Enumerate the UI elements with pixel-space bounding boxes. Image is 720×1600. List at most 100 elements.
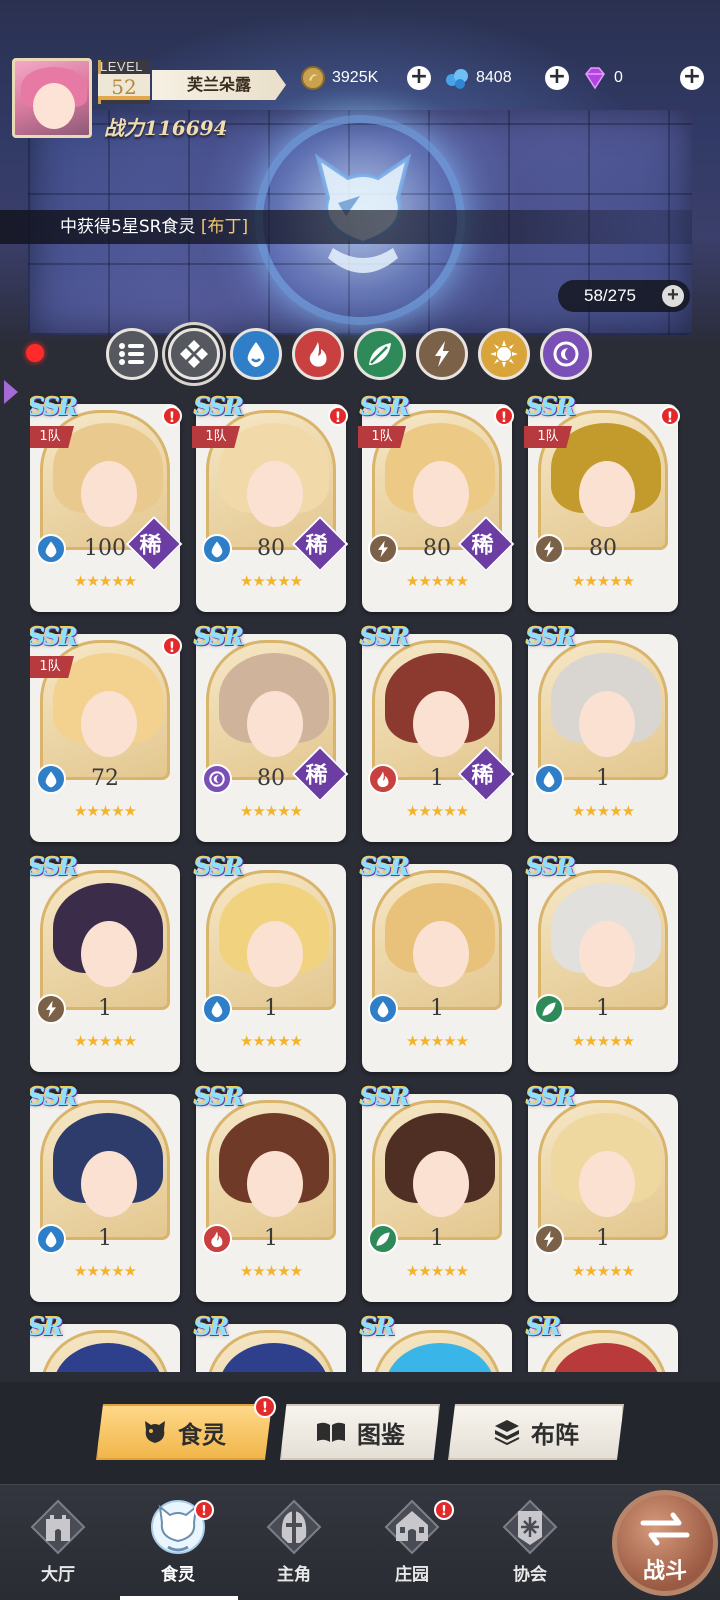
star-rating: ★★★★★ xyxy=(239,802,303,820)
star-rating: ★★★★★ xyxy=(405,1262,469,1280)
portrait-face xyxy=(247,921,303,987)
tab-formation[interactable]: 布阵 xyxy=(448,1404,624,1460)
nav-hero[interactable]: 主角 xyxy=(244,1494,344,1594)
filter-water[interactable] xyxy=(230,328,282,380)
filter-grid[interactable] xyxy=(168,328,220,380)
team-badge: 1队 xyxy=(192,426,240,448)
fire-element-icon xyxy=(377,771,389,788)
add-gold-button[interactable]: + xyxy=(407,66,431,90)
element-badge xyxy=(534,994,564,1024)
element-filter-bar xyxy=(106,328,592,380)
sun-icon xyxy=(490,340,518,368)
list-icon xyxy=(119,343,144,365)
moon-icon xyxy=(553,341,579,367)
thunder-element-icon xyxy=(544,1230,554,1248)
tab-spirits[interactable]: 食灵 xyxy=(96,1404,272,1460)
player-avatar[interactable] xyxy=(12,58,92,138)
grade-badge: SSR xyxy=(194,392,244,421)
grade-badge: SSR xyxy=(526,852,576,881)
star-rating: ★★★★★ xyxy=(571,802,635,820)
filter-dark[interactable] xyxy=(540,328,592,380)
team-badge: 1队 xyxy=(30,656,74,678)
portrait-face xyxy=(413,691,469,757)
spirit-card[interactable]: 80 ★★★★★ 1队! SSR xyxy=(524,392,680,612)
portrait-face xyxy=(81,1151,137,1217)
notification-dot xyxy=(26,344,44,362)
battle-label: 战斗 xyxy=(642,1559,687,1584)
spirit-portrait xyxy=(538,640,668,780)
nav-lobby[interactable]: 大厅 xyxy=(8,1494,108,1594)
grade-badge: SSR xyxy=(194,622,244,651)
nav-manor-label: 庄园 xyxy=(395,1565,429,1585)
add-diamond-button[interactable]: + xyxy=(680,66,704,90)
element-badge xyxy=(368,1224,398,1254)
portrait-face xyxy=(413,921,469,987)
spirit-card-grid: 100 ★★★★★ 1队稀! SSR 80 ★★★★★ 1队稀! SSR 80 ★★★★★ 1队稀!… xyxy=(30,392,690,1372)
spirit-card[interactable]: 1 ★★★★★ SSR xyxy=(360,852,512,1072)
star-rating: ★★★★★ xyxy=(73,572,137,590)
add-crystal-button[interactable]: + xyxy=(545,66,569,90)
spirit-card[interactable]: SR xyxy=(194,1312,346,1372)
filter-all[interactable] xyxy=(106,328,158,380)
portrait-face xyxy=(413,461,469,527)
filter-thunder[interactable] xyxy=(416,328,468,380)
spirit-card[interactable]: 1 ★★★★★ SSR xyxy=(360,1082,512,1302)
tab-codex[interactable]: 图鉴 xyxy=(280,1404,440,1460)
spirit-card[interactable]: 80 ★★★★★ 1队稀! SSR xyxy=(192,392,349,612)
spirit-card[interactable]: SR xyxy=(360,1312,512,1372)
portrait-hair xyxy=(551,1343,661,1372)
side-drawer-arrow-icon[interactable] xyxy=(0,370,22,414)
filter-wind[interactable] xyxy=(354,328,406,380)
spirit-card[interactable]: 1 ★★★★★ SSR xyxy=(526,852,678,1072)
element-badge xyxy=(202,764,232,794)
news-ticker: 中获得5星SR食灵 [布丁] xyxy=(0,210,692,244)
grade-badge: SSR xyxy=(360,1082,410,1111)
star-rating: ★★★★★ xyxy=(405,572,469,590)
nav-guild[interactable]: 协会 xyxy=(480,1494,580,1594)
filter-fire[interactable] xyxy=(292,328,344,380)
spirit-card[interactable]: 72 ★★★★★ 1队! SSR xyxy=(30,622,182,842)
spirit-card[interactable]: 1 ★★★★★ SSR xyxy=(526,1082,678,1302)
spirit-card[interactable]: 100 ★★★★★ 1队稀! SSR xyxy=(30,392,183,612)
element-badge xyxy=(36,764,66,794)
spirit-card[interactable]: 1 ★★★★★ SSR xyxy=(30,1082,180,1302)
spirit-card[interactable]: 80 ★★★★★ 1队稀! SSR xyxy=(358,392,515,612)
portrait-face xyxy=(247,691,303,757)
spirit-card[interactable]: 1 ★★★★★ SSR xyxy=(526,622,678,842)
spirit-card[interactable]: 1 ★★★★★ SSR xyxy=(194,1082,346,1302)
grade-badge: SSR xyxy=(194,1082,244,1111)
spirit-portrait xyxy=(538,1100,668,1240)
player-name[interactable]: 芙兰朵露 xyxy=(152,70,286,100)
water-element-icon xyxy=(377,1001,389,1018)
tab-spirits-label: 食灵 xyxy=(178,1420,226,1449)
element-badge xyxy=(368,534,398,564)
star-rating: ★★★★★ xyxy=(571,1262,635,1280)
spirit-card[interactable]: 1 ★★★★★ 稀 SSR xyxy=(360,622,515,842)
spirit-card[interactable]: 1 ★★★★★ SSR xyxy=(194,852,346,1072)
spirit-card[interactable]: 80 ★★★★★ 稀 SSR xyxy=(194,622,349,842)
spirit-portrait xyxy=(40,1100,170,1240)
portrait-hair xyxy=(385,1343,495,1372)
gold-value: 3925K xyxy=(332,69,379,86)
open-book-icon xyxy=(317,1422,345,1442)
nav-spirits-alert: ! xyxy=(194,1500,214,1520)
spirit-card[interactable]: 1 ★★★★★ SSR xyxy=(30,852,180,1072)
star-rating: ★★★★★ xyxy=(571,1032,635,1050)
element-badge xyxy=(534,764,564,794)
crystal-cluster-icon xyxy=(446,69,468,89)
spirit-card[interactable]: SR xyxy=(30,1312,180,1372)
rare-badge-label: 稀 xyxy=(305,763,328,789)
grade-badge: SR xyxy=(194,1312,229,1341)
expand-capacity-button[interactable]: + xyxy=(662,285,684,307)
water-element-icon xyxy=(45,1231,57,1248)
rare-badge-label: 稀 xyxy=(305,533,328,559)
water-element-icon xyxy=(211,1001,223,1018)
collection-count[interactable]: 58/275 + xyxy=(558,280,690,312)
spirit-card[interactable]: SR xyxy=(526,1312,678,1372)
battle-button[interactable]: 战斗 xyxy=(612,1490,718,1596)
water-drop-icon xyxy=(247,342,265,367)
grade-badge: SSR xyxy=(30,852,78,881)
filter-light[interactable] xyxy=(478,328,530,380)
element-badge xyxy=(202,994,232,1024)
guild-banner-icon xyxy=(502,1499,558,1555)
